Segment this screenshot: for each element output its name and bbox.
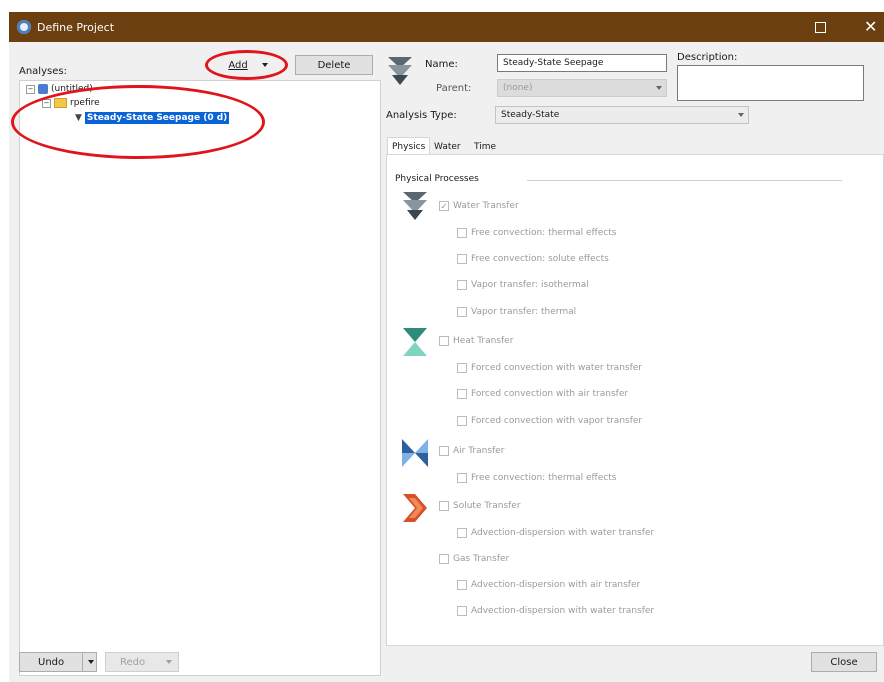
option-label: Free convection: thermal effects	[471, 473, 617, 483]
close-button[interactable]: Close	[811, 652, 877, 672]
maximize-button[interactable]	[815, 22, 826, 33]
heat-option-checkbox[interactable]: Forced convection with water transfer	[457, 363, 642, 373]
analysis-type-value: Steady-State	[501, 110, 560, 120]
gas-transfer-checkbox[interactable]: Gas Transfer	[439, 554, 509, 564]
option-label: Free convection: thermal effects	[471, 228, 617, 238]
tab-physics[interactable]: Physics	[387, 137, 431, 155]
checkbox-icon	[457, 280, 467, 290]
project-icon	[38, 84, 48, 94]
water-option-checkbox[interactable]: Vapor transfer: thermal	[457, 307, 576, 317]
annotation-oval-add	[205, 50, 288, 80]
option-label: Forced convection with water transfer	[471, 363, 642, 373]
heat-transfer-icon	[403, 328, 427, 356]
window-title: Define Project	[37, 21, 115, 34]
air-transfer-label: Air Transfer	[453, 446, 505, 456]
checkbox-icon	[457, 307, 467, 317]
title-bar: Define Project ✕	[9, 12, 884, 42]
option-label: Vapor transfer: thermal	[471, 307, 577, 317]
solute-option-checkbox[interactable]: Advection-dispersion with water transfer	[457, 528, 654, 538]
option-label: Forced convection with vapor transfer	[471, 416, 643, 426]
solute-transfer-icon	[403, 494, 427, 522]
physics-tab-panel: Physical Processes ✓ Water Transfer Free…	[386, 154, 884, 646]
delete-button[interactable]: Delete	[295, 55, 373, 75]
chevron-down-icon	[738, 113, 744, 117]
parent-label: Parent:	[436, 83, 472, 94]
tab-time[interactable]: Time	[470, 139, 500, 155]
parent-select: (none)	[497, 79, 667, 97]
water-option-checkbox[interactable]: Free convection: thermal effects	[457, 228, 616, 238]
section-divider	[527, 180, 842, 181]
water-option-checkbox[interactable]: Free convection: solute effects	[457, 254, 609, 264]
name-field[interactable]: Steady-State Seepage	[497, 54, 667, 72]
air-transfer-checkbox[interactable]: Air Transfer	[439, 446, 504, 456]
chevron-down-icon	[166, 660, 172, 664]
tab-water[interactable]: Water	[430, 139, 465, 155]
gas-option-checkbox[interactable]: Advection-dispersion with water transfer	[457, 606, 654, 616]
checkbox-icon	[457, 363, 467, 373]
option-label: Free convection: solute effects	[471, 254, 609, 264]
analyses-label: Analyses:	[19, 66, 67, 77]
water-transfer-checkbox[interactable]: ✓ Water Transfer	[439, 201, 519, 211]
heat-option-checkbox[interactable]: Forced convection with vapor transfer	[457, 416, 642, 426]
checkbox-icon	[457, 473, 467, 483]
solute-transfer-label: Solute Transfer	[453, 501, 521, 511]
air-option-checkbox[interactable]: Free convection: thermal effects	[457, 473, 616, 483]
option-label: Advection-dispersion with water transfer	[471, 606, 655, 616]
seepage-analysis-icon	[388, 57, 412, 85]
checkbox-icon	[457, 416, 467, 426]
heat-transfer-checkbox[interactable]: Heat Transfer	[439, 336, 513, 346]
dialog-body: Analyses: Add Delete − (untitled) − rpef…	[9, 42, 884, 682]
checkbox-icon	[457, 606, 467, 616]
option-label: Vapor transfer: isothermal	[471, 280, 589, 290]
checkbox-icon	[439, 336, 449, 346]
checkbox-icon	[457, 254, 467, 264]
option-label: Advection-dispersion with air transfer	[471, 580, 641, 590]
collapse-icon[interactable]: −	[26, 84, 35, 94]
gas-option-checkbox[interactable]: Advection-dispersion with air transfer	[457, 580, 640, 590]
water-transfer-label: Water Transfer	[453, 201, 519, 211]
water-transfer-icon	[403, 192, 427, 220]
water-option-checkbox[interactable]: Vapor transfer: isothermal	[457, 280, 589, 290]
checkbox-icon	[457, 580, 467, 590]
heat-transfer-label: Heat Transfer	[453, 336, 514, 346]
checkbox-icon	[439, 446, 449, 456]
chevron-down-icon[interactable]	[88, 660, 94, 664]
split-divider	[82, 653, 83, 671]
close-window-button[interactable]: ✕	[864, 17, 877, 36]
description-field[interactable]	[677, 65, 864, 101]
redo-button: Redo	[105, 652, 179, 672]
description-label: Description:	[677, 52, 738, 63]
checkbox-icon	[457, 228, 467, 238]
solute-transfer-checkbox[interactable]: Solute Transfer	[439, 501, 521, 511]
parent-value: (none)	[503, 83, 533, 93]
undo-label: Undo	[38, 656, 65, 668]
undo-button[interactable]: Undo	[19, 652, 97, 672]
analyses-tree[interactable]: − (untitled) − rpefire ▼ Steady-State Se…	[19, 80, 381, 676]
air-transfer-icon	[402, 439, 428, 467]
option-label: Advection-dispersion with water transfer	[471, 528, 655, 538]
option-label: Forced convection with air transfer	[471, 389, 629, 399]
checkbox-icon: ✓	[439, 201, 449, 211]
chevron-down-icon	[656, 86, 662, 90]
physical-processes-label: Physical Processes	[395, 174, 479, 184]
analysis-type-select[interactable]: Steady-State	[495, 106, 749, 124]
annotation-oval-tree	[11, 85, 265, 159]
checkbox-icon	[457, 528, 467, 538]
redo-label: Redo	[120, 656, 146, 668]
name-label: Name:	[425, 59, 458, 70]
gas-transfer-label: Gas Transfer	[453, 554, 510, 564]
checkbox-icon	[439, 501, 449, 511]
checkbox-icon	[457, 389, 467, 399]
app-icon	[17, 20, 31, 34]
analysis-type-label: Analysis Type:	[386, 110, 457, 121]
heat-option-checkbox[interactable]: Forced convection with air transfer	[457, 389, 628, 399]
checkbox-icon	[439, 554, 449, 564]
